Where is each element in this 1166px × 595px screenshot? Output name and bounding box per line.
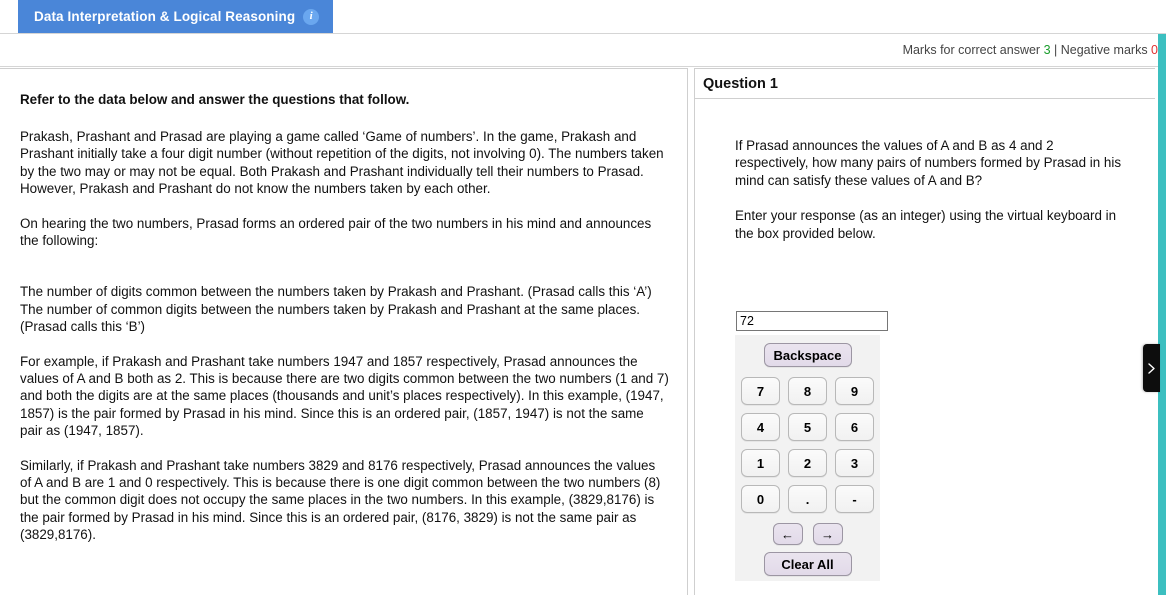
keypad-backspace-button[interactable]: Backspace [763,343,852,367]
keypad-key-minus[interactable]: - [835,485,874,513]
keypad-row-3: 1 2 3 [735,449,880,477]
question-title: Question 1 [695,69,1155,99]
marks-bar: Marks for correct answer 3 | Negative ma… [0,34,1166,67]
keypad-row-arrows: ← → [735,523,880,545]
question-instruction: Enter your response (as an integer) usin… [735,208,1117,241]
question-text: If Prasad announces the values of A and … [735,138,1122,188]
answer-input[interactable] [736,311,888,331]
passage-example-1: For example, if Prakash and Prashant tak… [20,354,669,438]
keypad-key-4[interactable]: 4 [741,413,780,441]
marks-negative-label: Negative marks [1060,43,1152,57]
keypad-key-7[interactable]: 7 [741,377,780,405]
info-icon[interactable]: i [303,8,320,25]
keypad-row-2: 4 5 6 [735,413,880,441]
keypad-key-8[interactable]: 8 [788,377,827,405]
passage-rule-b: The number of common digits between the … [20,301,641,334]
passage-spacer [20,267,669,283]
top-bar: Data Interpretation & Logical Reasoning … [0,0,1166,34]
keypad-key-9[interactable]: 9 [835,377,874,405]
right-rail [1158,34,1166,595]
keypad-left-arrow-icon[interactable]: ← [772,523,803,545]
keypad-key-2[interactable]: 2 [788,449,827,477]
passage-panel[interactable]: Refer to the data below and answer the q… [0,68,688,595]
section-tab-label: Data Interpretation & Logical Reasoning [34,9,296,24]
keypad-key-decimal[interactable]: . [788,485,827,513]
chevron-right-icon [1147,362,1156,375]
passage-example-2: Similarly, if Prakash and Prashant take … [20,458,661,542]
keypad-clear-all-button[interactable]: Clear All [763,552,852,576]
panel-collapse-handle[interactable] [1143,344,1160,392]
passage-heading: Refer to the data below and answer the q… [20,92,410,107]
keypad-key-1[interactable]: 1 [741,449,780,477]
keypad-right-arrow-icon[interactable]: → [812,523,843,545]
keypad-key-3[interactable]: 3 [835,449,874,477]
exam-page: Data Interpretation & Logical Reasoning … [0,0,1166,595]
keypad-row-4: 0 . - [735,485,880,513]
keypad-row-clear: Clear All [735,552,880,576]
passage-paragraph-1: Prakash, Prashant and Prasad are playing… [20,129,664,196]
keypad-row-backspace: Backspace [735,343,880,367]
question-body: If Prasad announces the values of A and … [695,99,1155,242]
keypad-key-5[interactable]: 5 [788,413,827,441]
keypad-key-0[interactable]: 0 [741,485,780,513]
marks-negative-value: 0 [1151,43,1158,57]
keypad-row-1: 7 8 9 [735,377,880,405]
info-icon-glyph: i [309,10,313,22]
passage-rule-a: The number of digits common between the … [20,284,652,300]
keypad-key-6[interactable]: 6 [835,413,874,441]
marks-correct-label: Marks for correct answer [902,43,1044,57]
virtual-keypad: Backspace 7 8 9 4 5 6 1 2 3 0 . - ← → Cl… [735,335,880,581]
section-tab-data-interpretation[interactable]: Data Interpretation & Logical Reasoning … [18,0,334,33]
marks-separator: | [1050,43,1061,57]
marks-correct-value: 3 [1043,43,1051,57]
passage-paragraph-2: On hearing the two numbers, Prasad forms… [20,216,652,249]
